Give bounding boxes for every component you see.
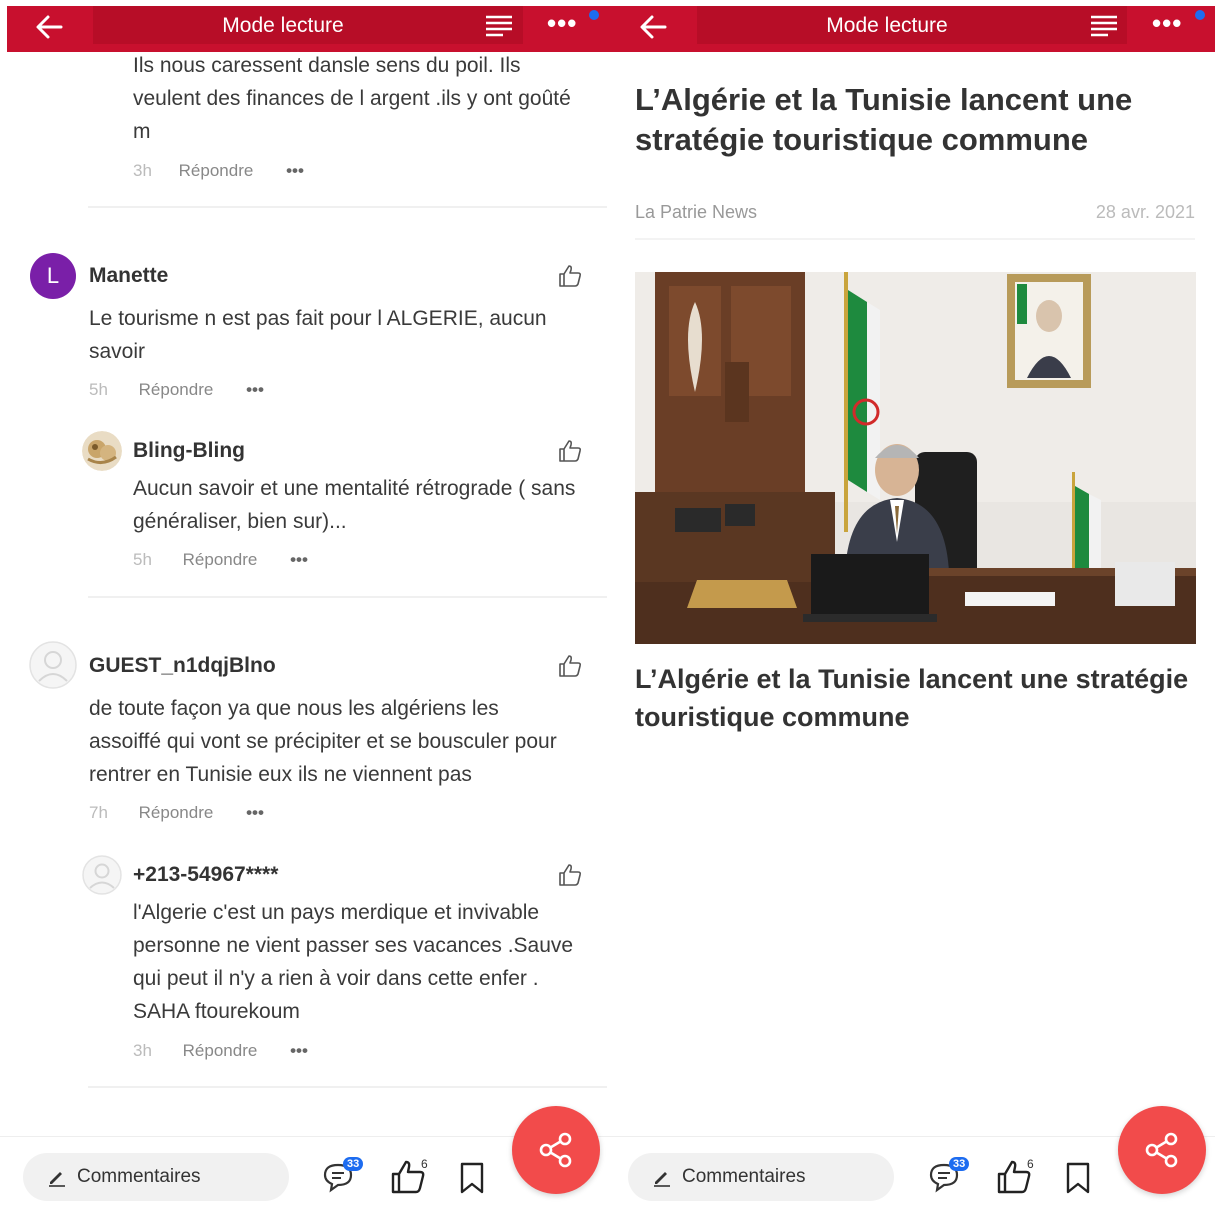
notification-dot [1195,10,1205,20]
comment-meta: 7h Répondre ••• [89,803,264,823]
back-arrow-icon[interactable] [637,12,669,42]
comments-button[interactable]: Commentaires [628,1153,894,1201]
default-avatar-icon[interactable] [82,855,122,895]
pen-icon [654,1172,670,1187]
bookmark-icon[interactable] [1064,1161,1092,1195]
comments-panel: Mode lecture ••• Ils nous caressent dans… [0,0,607,1209]
avatar[interactable] [82,431,122,471]
comment-author[interactable]: +213-54967**** [133,863,278,887]
avatar[interactable]: L [30,253,76,299]
reply-button[interactable]: Répondre [139,380,214,399]
comment-time: 3h [133,161,152,180]
notification-dot [589,10,599,20]
comment-more-button[interactable]: ••• [246,380,264,399]
divider [88,206,607,208]
comment-more-button[interactable]: ••• [246,803,264,822]
like-count: 6 [421,1157,428,1171]
avatar-letter: L [46,263,60,288]
divider [88,596,607,598]
comment-text: Ils nous caressent dansle sens du poil. … [133,54,571,143]
thumbs-up-icon[interactable] [557,263,583,289]
share-button[interactable] [1118,1106,1206,1194]
comment-time: 3h [133,1041,152,1060]
comment-author[interactable]: Bling-Bling [133,439,245,463]
pen-icon [49,1172,65,1187]
more-options-icon[interactable]: ••• [547,8,577,39]
comment-more-button[interactable]: ••• [290,550,308,569]
comment-more-button[interactable]: ••• [290,1041,308,1060]
comment-time: 5h [133,550,152,569]
share-icon [539,1132,572,1168]
comment-text: Aucun savoir et une mentalité rétrograde… [133,477,576,533]
comments-button-label: Commentaires [682,1166,806,1187]
comment-text: de toute façon ya que nous les algériens… [89,697,557,786]
comments-button-label: Commentaires [77,1166,201,1187]
article-date: 28 avr. 2021 [1095,202,1195,222]
reply-button[interactable]: Répondre [183,550,258,569]
thumbs-up-icon[interactable] [557,438,583,464]
like-count: 6 [1027,1157,1034,1171]
article-headline: L’Algérie et la Tunisie lancent une stra… [635,82,1133,157]
comment-time: 5h [89,380,108,399]
article-source[interactable]: La Patrie News [635,202,757,223]
comment-text: l'Algerie c'est un pays merdique et invi… [133,901,574,1023]
thumbs-up-icon[interactable] [557,653,583,679]
share-icon [1145,1132,1178,1168]
article-panel: Mode lecture ••• L’Algérie et la Tunisie… [607,0,1215,1209]
more-options-icon[interactable]: ••• [1152,8,1182,39]
comment-meta: 3h Répondre ••• [133,1041,308,1061]
reader-menu-icon[interactable] [1088,12,1120,42]
top-bar: Mode lecture ••• [7,6,607,52]
comment-time: 7h [89,803,108,822]
comment-author[interactable]: Manette [89,264,168,288]
bookmark-icon[interactable] [458,1161,486,1195]
divider [635,238,1195,240]
share-button[interactable] [512,1106,600,1194]
default-avatar-icon[interactable] [29,641,77,689]
page-title: Mode lecture [222,14,344,37]
reader-menu-icon[interactable] [483,12,515,42]
thumbs-up-icon[interactable] [557,862,583,888]
comments-button[interactable]: Commentaires [23,1153,289,1201]
back-arrow-icon[interactable] [33,12,65,42]
comment-meta: 3h Répondre ••• [133,161,304,181]
comment-count-badge: 33 [949,1157,970,1171]
page-title: Mode lecture [826,14,948,37]
comment-text: Le tourisme n est pas fait pour l ALGERI… [89,307,547,363]
article-caption: L’Algérie et la Tunisie lancent une stra… [635,664,1189,732]
reply-button[interactable]: Répondre [179,161,254,180]
article-photo[interactable] [635,272,1196,644]
comment-count-badge: 33 [343,1157,364,1171]
reply-button[interactable]: Répondre [183,1041,258,1060]
comment-more-button[interactable]: ••• [286,161,304,180]
divider [88,1086,607,1088]
comment-meta: 5h Répondre ••• [89,380,264,400]
comment-meta: 5h Répondre ••• [133,550,308,570]
comment-author[interactable]: GUEST_n1dqjBlno [89,654,276,678]
top-bar: Mode lecture ••• [607,6,1215,52]
reply-button[interactable]: Répondre [139,803,214,822]
